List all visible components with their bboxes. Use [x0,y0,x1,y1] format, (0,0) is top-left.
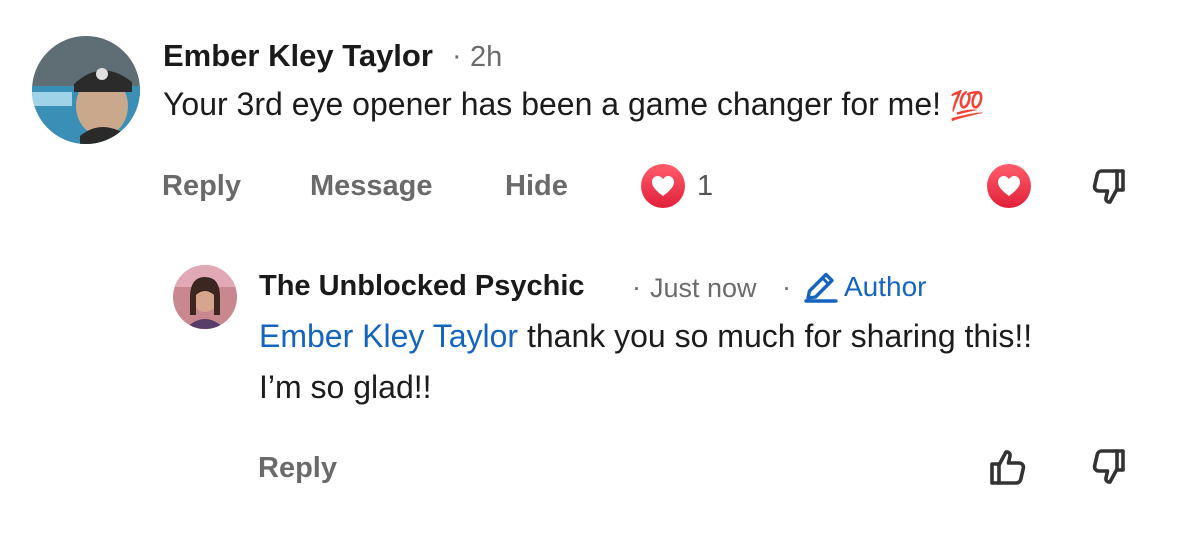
message-button[interactable]: Message [310,170,433,203]
author-badge-label: Author [844,271,927,302]
reply-reply-button[interactable]: Reply [258,452,337,485]
reply-timestamp[interactable]: Just now [650,273,757,304]
reply-separator-2: · [782,272,791,302]
heart-reaction-icon[interactable] [640,163,686,209]
reply-author[interactable]: The Unblocked Psychic [259,270,585,303]
thumbs-up-icon[interactable] [986,444,1032,490]
heart-like-icon[interactable] [986,163,1032,209]
mention-link[interactable]: Ember Kley Taylor [259,318,518,354]
avatar-photo-icon [32,36,140,144]
reaction-count[interactable]: 1 [697,170,713,203]
thumbs-down-icon[interactable] [1088,444,1134,490]
comment-text-body: Your 3rd eye opener has been a game chan… [163,86,941,122]
author-badge: Author [802,270,927,304]
reply-text-body: thank you so much for sharing this!! [518,318,1033,354]
reply-avatar-photo-icon [173,265,237,329]
hide-button[interactable]: Hide [505,170,568,203]
comment-author[interactable]: Ember Kley Taylor [163,38,433,74]
reply-text-line-1: Ember Kley Taylor thank you so much for … [259,318,1032,355]
reply-avatar[interactable] [173,265,237,329]
reply-text-line-2: I’m so glad!! [259,369,432,405]
thumbs-down-icon[interactable] [1088,164,1134,210]
comment-timestamp[interactable]: 2h [470,41,502,74]
pencil-icon [802,270,838,304]
comment-text: Your 3rd eye opener has been a game chan… [163,86,985,123]
comment-separator: · [452,40,462,72]
reply-button[interactable]: Reply [162,170,241,203]
avatar[interactable] [32,36,140,144]
reply-separator: · [632,272,641,302]
hundred-points-emoji: 💯 [949,90,985,121]
